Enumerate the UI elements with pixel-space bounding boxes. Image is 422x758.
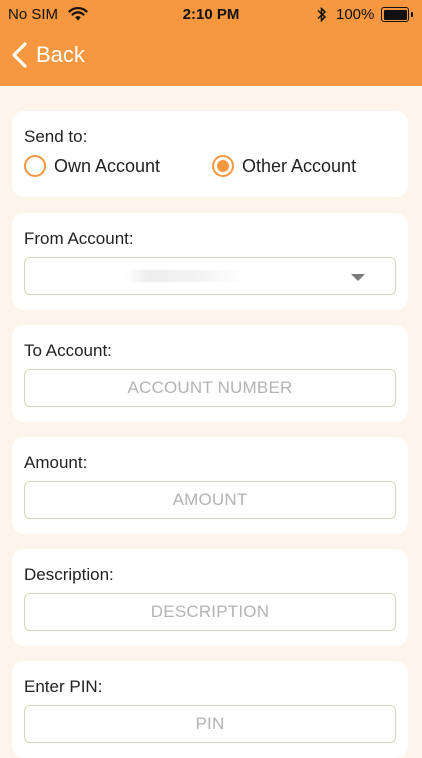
back-label: Back: [36, 42, 85, 67]
account-number-placeholder: ACCOUNT NUMBER: [127, 378, 293, 397]
from-account-select[interactable]: [24, 257, 396, 295]
radio-own-account[interactable]: Own Account: [24, 155, 160, 177]
description-placeholder: DESCRIPTION: [150, 602, 270, 621]
description-card: Description: DESCRIPTION: [12, 549, 408, 646]
back-button[interactable]: Back: [10, 40, 85, 70]
amount-card: Amount: AMOUNT: [12, 437, 408, 534]
from-account-label: From Account:: [24, 229, 134, 248]
description-input[interactable]: DESCRIPTION: [24, 593, 396, 631]
dropdown-caret-icon: [351, 274, 365, 281]
send-to-card: Send to: Own Account Other Account: [12, 111, 408, 197]
pin-input[interactable]: PIN: [24, 705, 396, 743]
from-account-blurred-value: [125, 270, 245, 282]
radio-other-account-label: Other Account: [242, 155, 357, 176]
pin-placeholder: PIN: [195, 714, 225, 733]
account-number-input[interactable]: ACCOUNT NUMBER: [24, 369, 396, 407]
radio-other-account[interactable]: Other Account: [212, 155, 356, 177]
battery-icon: [381, 7, 413, 22]
from-account-card: From Account:: [12, 213, 408, 310]
bluetooth-icon: [317, 6, 327, 23]
pin-label: Enter PIN:: [24, 677, 103, 696]
battery-percent: 100%: [336, 6, 375, 23]
description-label: Description:: [24, 565, 114, 584]
radio-other-account-icon: [212, 155, 234, 177]
pin-card: Enter PIN: PIN: [12, 661, 408, 758]
amount-label: Amount:: [24, 453, 88, 472]
chevron-left-icon: [12, 42, 27, 68]
to-account-card: To Account: ACCOUNT NUMBER: [12, 325, 408, 422]
status-bar: No SIM 2:10 PM 100%: [0, 0, 422, 28]
amount-input[interactable]: AMOUNT: [24, 481, 396, 519]
radio-own-account-label: Own Account: [54, 155, 161, 176]
app-header: No SIM 2:10 PM 100% Back: [0, 0, 422, 86]
send-to-label: Send to:: [24, 127, 88, 146]
amount-placeholder: AMOUNT: [172, 490, 248, 509]
radio-own-account-icon: [24, 155, 46, 177]
to-account-label: To Account:: [24, 341, 112, 360]
